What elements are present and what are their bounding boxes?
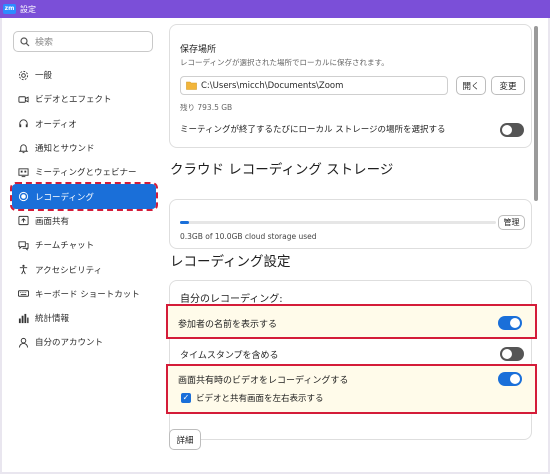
choose-location-label: ミーティングが終了するたびにローカル ストレージの場所を選択する <box>180 125 446 135</box>
open-button[interactable]: 開く <box>456 76 486 95</box>
sidebar-item-label: アクセシビリティ <box>35 265 103 276</box>
sidebar-item-statistics[interactable]: 統計情報 <box>12 306 156 330</box>
sidebar-item-label: ミーティングとウェビナー <box>35 168 137 179</box>
sidebar-item-label: 統計情報 <box>35 314 70 325</box>
sidebar-item-label: 画面共有 <box>35 216 70 227</box>
chat-icon <box>18 241 29 251</box>
sidebar-item-label: ビデオとエフェクト <box>35 95 112 106</box>
screen-share-video-label: 画面共有時のビデオをレコーディングする <box>178 376 349 386</box>
sidebar-item-label: 通知とサウンド <box>35 144 95 155</box>
sidebar-item-account[interactable]: 自分のアカウント <box>12 330 156 354</box>
title-bar: zm 設定 <box>0 0 550 18</box>
location-description: レコーディングが選択された場所でローカルに保存されます。 <box>180 58 389 67</box>
meeting-icon <box>18 168 29 177</box>
local-storage-card: 保存場所 レコーディングが選択された場所でローカルに保存されます。 C:\Use… <box>169 24 532 148</box>
keyboard-icon <box>18 290 29 298</box>
account-icon <box>18 337 29 348</box>
location-label: 保存場所 <box>180 45 217 55</box>
search-icon <box>20 36 30 46</box>
show-names-toggle[interactable] <box>498 316 522 330</box>
sidebar-item-accessibility[interactable]: アクセシビリティ <box>12 257 156 281</box>
sidebar-item-team-chat[interactable]: チームチャット <box>12 233 156 257</box>
zoom-logo-icon: zm <box>3 4 16 14</box>
sidebar-item-notifications[interactable]: 通知とサウンド <box>12 136 156 160</box>
details-button[interactable]: 詳細 <box>169 429 201 450</box>
screen-share-icon <box>18 216 29 226</box>
sidebar-item-recording[interactable]: レコーディング <box>10 182 158 211</box>
sidebar-item-label: 自分のアカウント <box>35 338 104 349</box>
window-title: 設定 <box>20 4 36 14</box>
sidebar-item-screen-share[interactable]: 画面共有 <box>12 209 156 233</box>
timestamp-label: タイムスタンプを含める <box>180 351 279 361</box>
cloud-usage-fill <box>180 221 190 224</box>
sidebar-item-label: オーディオ <box>35 119 77 130</box>
headphones-icon <box>19 119 28 128</box>
change-button[interactable]: 変更 <box>491 76 525 95</box>
cloud-storage-card: 管理 0.3GB of 10.0GB cloud storage used <box>169 199 532 249</box>
search-placeholder: 検索 <box>35 38 54 48</box>
sidebar-item-label: 一般 <box>35 71 53 82</box>
cloud-heading: クラウド レコーディング ストレージ <box>170 162 394 178</box>
manage-button[interactable]: 管理 <box>498 215 525 230</box>
recording-settings-card: 自分のレコーディング: 参加者の名前を表示する タイムスタンプを含める 画面共有… <box>166 280 537 440</box>
sidebar-item-label: レコーディング <box>35 192 94 203</box>
path-text: C:\Users\micch\Documents\Zoom <box>201 80 344 91</box>
sidebar-item-meetings[interactable]: ミーティングとウェビナー <box>12 160 156 184</box>
highlight-show-names: 参加者の名前を表示する <box>166 304 537 339</box>
settings-window: 検索 一般 ビデオとエフェクト オーディオ 通知とサウンド ミーティングとウェビ… <box>2 18 548 472</box>
timestamp-toggle[interactable] <box>500 347 524 361</box>
sidebar-item-audio[interactable]: オーディオ <box>12 112 156 136</box>
accessibility-icon <box>19 264 28 275</box>
path-field[interactable]: C:\Users\micch\Documents\Zoom <box>180 76 448 95</box>
sidebar-item-label: チームチャット <box>35 241 95 252</box>
side-by-side-checkbox[interactable]: ✓ <box>181 393 191 403</box>
my-recording-label: 自分のレコーディング: <box>180 294 283 305</box>
folder-icon <box>186 81 197 90</box>
stats-icon <box>18 313 29 323</box>
sidebar-nav: 一般 ビデオとエフェクト オーディオ 通知とサウンド ミーティングとウェビナー … <box>10 63 158 355</box>
bell-icon <box>18 143 29 153</box>
sidebar-item-keyboard-shortcuts[interactable]: キーボード ショートカット <box>12 282 156 306</box>
gear-icon <box>18 70 29 80</box>
screen-share-video-toggle[interactable] <box>498 372 522 386</box>
cloud-usage-bar <box>180 221 496 224</box>
remaining-space: 残り 793.5 GB <box>180 103 233 112</box>
video-camera-icon <box>18 96 29 103</box>
side-by-side-label: ビデオと共有画面を左右表示する <box>196 394 324 404</box>
cloud-usage-text: 0.3GB of 10.0GB cloud storage used <box>180 232 317 241</box>
show-names-label: 参加者の名前を表示する <box>178 320 278 330</box>
choose-location-toggle[interactable] <box>500 123 524 137</box>
recording-settings-heading: レコーディング設定 <box>170 254 291 270</box>
sidebar-item-label: キーボード ショートカット <box>35 289 140 300</box>
scrollbar[interactable] <box>534 26 538 201</box>
search-input[interactable]: 検索 <box>13 31 153 52</box>
sidebar-item-general[interactable]: 一般 <box>12 63 156 87</box>
sidebar: 検索 一般 ビデオとエフェクト オーディオ 通知とサウンド ミーティングとウェビ… <box>2 18 160 472</box>
highlight-screen-share-video: 画面共有時のビデオをレコーディングする ✓ ビデオと共有画面を左右表示する <box>166 364 537 414</box>
main-content: 保存場所 レコーディングが選択された場所でローカルに保存されます。 C:\Use… <box>160 18 540 472</box>
sidebar-item-video[interactable]: ビデオとエフェクト <box>12 87 156 111</box>
record-icon <box>18 192 29 202</box>
